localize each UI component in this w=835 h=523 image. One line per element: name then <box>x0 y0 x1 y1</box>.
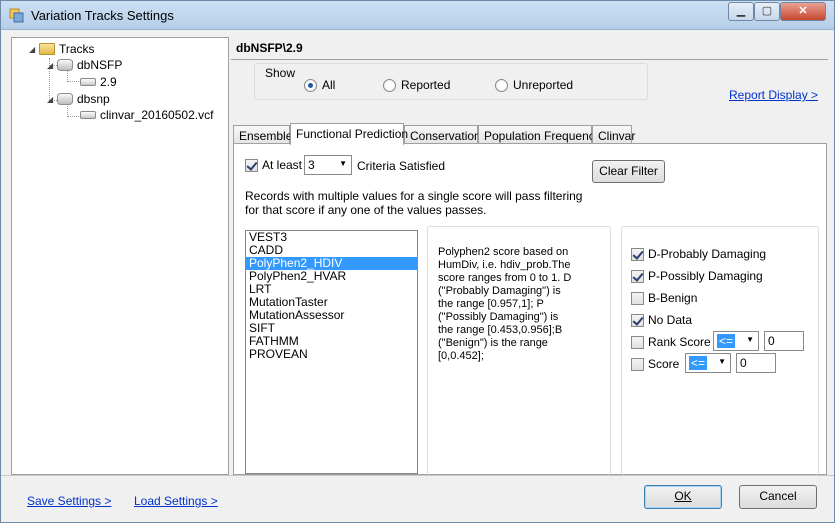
at-least-checkbox-row[interactable]: At least <box>245 158 302 172</box>
track-tree: ◢ Tracks ◢ dbNSFP 2.9 ◢ dbsnp clinvar_20… <box>11 37 229 475</box>
score-operator-select[interactable]: <= ▼ <box>685 353 731 373</box>
show-label: Show <box>263 66 298 80</box>
filter-label: Score <box>648 357 680 371</box>
radio-label: All <box>322 78 336 92</box>
database-icon <box>57 93 73 105</box>
divider <box>231 59 828 60</box>
cancel-button-label: Cancel <box>759 489 797 503</box>
radio-label: Unreported <box>513 78 574 92</box>
radio-label: Reported <box>401 78 451 92</box>
save-settings-link[interactable]: Save Settings > <box>27 494 111 508</box>
radio-dot[interactable] <box>304 78 317 92</box>
list-item[interactable]: PolyPhen2_HVAR <box>246 270 417 283</box>
radio-all[interactable]: All <box>304 78 335 92</box>
radio-unreported[interactable]: Unreported <box>495 78 573 92</box>
close-button[interactable]: ✕ <box>780 2 826 21</box>
tree-node-label: 2.9 <box>100 75 117 89</box>
operator-value: <= <box>717 334 736 348</box>
radio-dot[interactable] <box>495 78 508 92</box>
score-description: Polyphen2 score based on HumDiv, i.e. hd… <box>438 246 575 362</box>
maximize-button[interactable]: ▢ <box>754 2 780 21</box>
filter-label: D-Probably Damaging <box>648 247 767 261</box>
tree-node-clinvar[interactable]: clinvar_20160502.vcf <box>80 107 213 123</box>
filter-p-possibly-damaging[interactable]: P-Possibly Damaging <box>631 269 763 283</box>
checkbox[interactable] <box>631 357 644 371</box>
filter-label: P-Possibly Damaging <box>648 269 763 283</box>
tab-ensemble[interactable]: Ensemble <box>233 125 292 144</box>
score-list[interactable]: VEST3 CADD PolyPhen2_HDIV PolyPhen2_HVAR… <box>245 230 418 474</box>
criteria-satisfied-label: Criteria Satisfied <box>357 159 446 173</box>
ok-button[interactable]: OK <box>644 485 722 509</box>
tracks-app-icon <box>9 8 25 23</box>
ok-button-label: OK <box>674 489 692 503</box>
tree-node-dbnsfp[interactable]: ◢ dbNSFP <box>47 57 122 73</box>
operator-value: <= <box>689 356 708 370</box>
criteria-count-value: 3 <box>308 158 315 172</box>
filter-d-probably-damaging[interactable]: D-Probably Damaging <box>631 247 766 261</box>
checkbox[interactable] <box>631 335 644 349</box>
list-item[interactable]: PROVEAN <box>246 348 417 361</box>
filter-label: B-Benign <box>648 291 698 305</box>
panel-title: dbNSFP\2.9 <box>236 41 303 55</box>
radio-dot[interactable] <box>383 78 396 92</box>
folder-icon <box>39 43 55 55</box>
radio-reported[interactable]: Reported <box>383 78 450 92</box>
tree-node-label: clinvar_20160502.vcf <box>100 108 214 122</box>
rank-score-operator-select[interactable]: <= ▼ <box>713 331 759 351</box>
tab-population-frequency[interactable]: Population Frequency <box>478 125 601 144</box>
checkbox[interactable] <box>631 247 644 261</box>
checkbox[interactable] <box>631 313 644 327</box>
checkbox[interactable] <box>631 269 644 283</box>
collapse-arrow-icon[interactable]: ◢ <box>29 45 39 54</box>
cancel-button[interactable]: Cancel <box>739 485 817 509</box>
chevron-down-icon[interactable]: ▼ <box>718 357 726 366</box>
report-display-link[interactable]: Report Display > <box>729 88 818 102</box>
tab-conservation[interactable]: Conservation <box>404 125 481 144</box>
tab-clinvar[interactable]: Clinvar <box>592 125 635 144</box>
score-input[interactable]: 0 <box>736 353 776 373</box>
clear-filter-button[interactable]: Clear Filter <box>592 160 665 183</box>
title-bar: Variation Tracks Settings ▁ ▢ ✕ <box>1 1 834 30</box>
tree-node-2-9[interactable]: 2.9 <box>80 74 117 90</box>
tab-functional-prediction[interactable]: Functional Prediction <box>290 123 408 145</box>
tree-node-label: dbsnp <box>77 92 110 106</box>
filter-b-benign[interactable]: B-Benign <box>631 291 697 305</box>
collapse-arrow-icon[interactable]: ◢ <box>47 61 57 70</box>
tree-node-dbsnp[interactable]: ◢ dbsnp <box>47 91 110 107</box>
at-least-label: At least <box>262 158 303 172</box>
at-least-checkbox[interactable] <box>245 158 258 172</box>
filter-rank-score[interactable]: Rank Score <box>631 335 711 349</box>
window-title: Variation Tracks Settings <box>31 8 174 23</box>
footer-divider <box>1 475 834 476</box>
collapse-arrow-icon[interactable]: ◢ <box>47 95 57 104</box>
file-icon <box>80 111 96 119</box>
minimize-button[interactable]: ▁ <box>728 2 754 21</box>
settings-window: Variation Tracks Settings ▁ ▢ ✕ ◢ Tracks… <box>0 0 835 523</box>
tree-node-label: Tracks <box>59 42 95 56</box>
filter-score[interactable]: Score <box>631 357 679 371</box>
filter-label: Rank Score <box>648 335 711 349</box>
load-settings-link[interactable]: Load Settings > <box>134 494 218 508</box>
tree-node-tracks[interactable]: ◢ Tracks <box>29 41 95 57</box>
filter-label: No Data <box>648 313 693 327</box>
records-note: Records with multiple values for a singl… <box>245 189 583 217</box>
criteria-count-select[interactable]: 3 ▼ <box>304 155 352 175</box>
chevron-down-icon[interactable]: ▼ <box>339 159 347 168</box>
database-icon <box>57 59 73 71</box>
chevron-down-icon[interactable]: ▼ <box>746 335 754 344</box>
checkbox[interactable] <box>631 291 644 305</box>
file-icon <box>80 78 96 86</box>
filter-no-data[interactable]: No Data <box>631 313 692 327</box>
tree-node-label: dbNSFP <box>77 58 123 72</box>
rank-score-input[interactable]: 0 <box>764 331 804 351</box>
